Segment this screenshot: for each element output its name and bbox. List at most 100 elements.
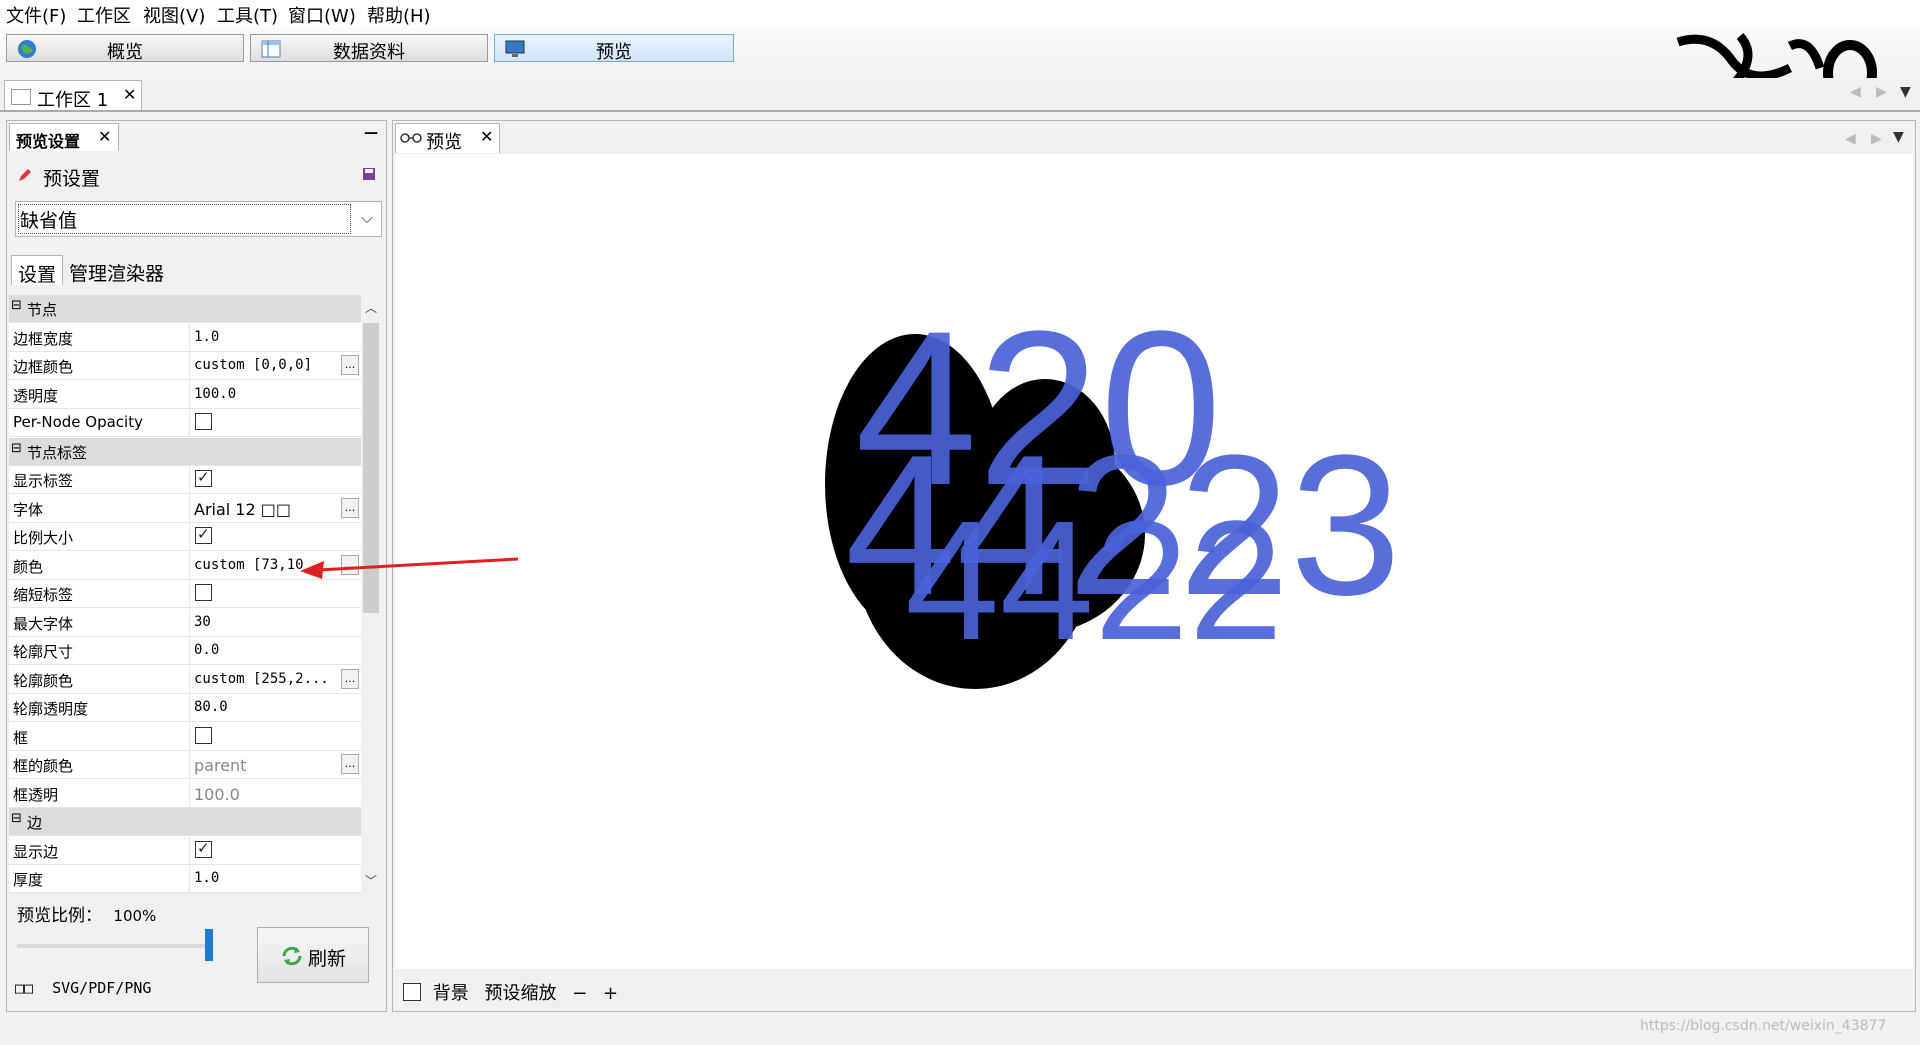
overview-button[interactable]: 概览 [6,34,244,63]
category-label: 节点 [27,301,58,319]
minimize-icon[interactable]: — [364,125,378,141]
property-value-cell[interactable]: parent... [189,751,361,778]
property-value: 1.0 [194,329,220,345]
menu-tools[interactable]: 工具(T) [217,2,278,28]
property-value: custom [73,10 [194,557,304,573]
preview-button[interactable]: 预览 [494,34,734,63]
tab-settings[interactable]: 设置 [11,255,64,286]
menu-file[interactable]: 文件(F) [6,2,66,28]
export-row[interactable]: □□ SVG/PDF/PNG [15,979,151,997]
property-value-cell[interactable]: 0.0 [189,637,361,664]
property-checkbox[interactable] [195,525,212,544]
property-value-cell[interactable]: 1.0 [189,324,361,351]
property-checkbox[interactable] [195,584,212,601]
property-key: 框透明 [13,786,59,804]
close-icon[interactable]: ✕ [480,127,493,146]
refresh-button[interactable]: 刷新 [257,927,369,983]
workspace-tab-label: 工作区 1 [37,90,109,111]
preview-settings-panel: 预览设置 ✕ — 预设置 缺省值 ⌵ 设置 管理渲染器 ⊟ 节点 边框宽度 1.0 边框… [6,120,387,1012]
property-value: 100.0 [194,386,237,402]
ellipsis-button[interactable]: ... [341,669,359,689]
property-category[interactable]: ⊟ 边 [9,808,361,836]
property-value-cell[interactable] [189,466,361,493]
property-value-cell[interactable] [189,580,361,607]
menu-help[interactable]: 帮助(H) [367,2,431,28]
property-category[interactable]: ⊟ 节点 [9,295,361,323]
scroll-right-icon[interactable]: ▶ [1871,131,1882,147]
close-icon[interactable]: ✕ [98,127,111,146]
ellipsis-button[interactable]: ... [341,498,359,518]
preview-canvas[interactable]: 420 44223 4422 [395,154,1913,969]
property-value-cell[interactable]: 100.0 [189,780,361,807]
zoom-out-button[interactable]: − [572,983,587,1004]
property-row: 边框宽度 1.0 [9,324,361,352]
dropdown-icon[interactable]: ▼ [1893,129,1904,145]
ellipsis-button[interactable]: ... [341,555,359,575]
menu-workspace[interactable]: 工作区 [77,2,131,28]
scroll-right-icon[interactable]: ▶ [1876,84,1887,100]
property-value-cell[interactable]: custom [255,2...... [189,666,361,693]
property-scrollbar[interactable]: ︿ ﹀ [361,295,381,893]
scroll-left-icon[interactable]: ◀ [1845,131,1856,147]
property-category[interactable]: ⊟ 节点标签 [9,438,361,466]
dropdown-icon[interactable]: ▼ [1900,84,1911,100]
property-value: 80.0 [194,699,228,715]
collapse-icon[interactable]: ⊟ [11,298,22,313]
workspace-tab-bar: 工作区 1 ✕ ◀ ▶ ▼ [0,78,1920,112]
zoom-in-button[interactable]: + [603,983,618,1004]
property-value: 1.0 [194,870,220,886]
export-icon: □□ [15,979,34,997]
property-value-cell[interactable]: 100.0 [189,381,361,408]
data-lab-label: 数据资料 [333,42,405,63]
property-row: 轮廓尺寸 0.0 [9,637,361,665]
ellipsis-button[interactable]: ... [341,355,359,375]
chevron-down-icon[interactable]: ﹀ [365,872,377,889]
property-checkbox[interactable] [195,413,212,430]
property-row: 比例大小 [9,523,361,551]
menu-window[interactable]: 窗口(W) [288,2,356,28]
background-checkbox[interactable] [403,983,421,1001]
property-checkbox[interactable] [195,727,212,744]
save-icon[interactable] [362,167,376,181]
property-row: 显示标签 [9,466,361,494]
category-label: 节点标签 [27,444,88,462]
property-checkbox[interactable] [195,468,212,487]
scroll-thumb[interactable] [363,323,379,613]
property-value-cell[interactable]: custom [73,10... [189,552,361,579]
background-label: 背景 [432,983,469,1004]
preview-panel: 预览 ✕ ◀ ▶ ▼ 420 44223 4422 背景 预设缩放 − + [392,120,1916,1012]
property-value-cell[interactable] [189,409,361,436]
preview-settings-tab[interactable]: 预览设置 ✕ [9,123,119,151]
collapse-icon[interactable]: ⊟ [11,811,22,826]
ellipsis-button[interactable]: ... [341,754,359,774]
chevron-up-icon[interactable]: ︿ [365,299,377,316]
preview-tab[interactable]: 预览 ✕ [395,123,500,153]
zoom-label-text: 预览比例： [17,906,102,926]
property-value: 30 [194,614,211,630]
property-value-cell[interactable]: Arial 12 □□... [189,495,361,522]
menu-view[interactable]: 视图(V) [143,2,205,28]
workspace-tab[interactable]: 工作区 1 ✕ [4,80,142,111]
property-checkbox[interactable] [195,839,212,858]
tab-manage-renderers[interactable]: 管理渲染器 [63,255,170,285]
menu-bar: 文件(F) 工作区 视图(V) 工具(T) 窗口(W) 帮助(H) [0,0,1920,28]
close-icon[interactable]: ✕ [123,85,136,104]
zoom-slider-thumb[interactable] [205,929,213,961]
property-value-cell[interactable] [189,723,361,750]
zoom-slider-track[interactable] [17,944,213,948]
preview-label: 预览 [596,42,632,63]
scroll-left-icon[interactable]: ◀ [1850,84,1861,100]
preset-select[interactable]: 缺省值 ⌵ [15,201,382,237]
property-value: custom [0,0,0] [194,357,313,373]
property-value: 100.0 [194,785,240,804]
data-lab-button[interactable]: 数据资料 [250,34,488,63]
property-value-cell[interactable]: 30 [189,609,361,636]
property-value-cell[interactable] [189,523,361,550]
property-value-cell[interactable]: custom [0,0,0]... [189,352,361,379]
property-value-cell[interactable]: 1.0 [189,865,361,892]
presets-label: 预设置 [43,168,101,190]
property-sheet: ⊟ 节点 边框宽度 1.0 边框颜色 custom [0,0,0]... 透明度 100.0 P… [9,295,361,893]
property-value-cell[interactable] [189,837,361,864]
collapse-icon[interactable]: ⊟ [11,441,22,456]
property-value-cell[interactable]: 80.0 [189,694,361,721]
